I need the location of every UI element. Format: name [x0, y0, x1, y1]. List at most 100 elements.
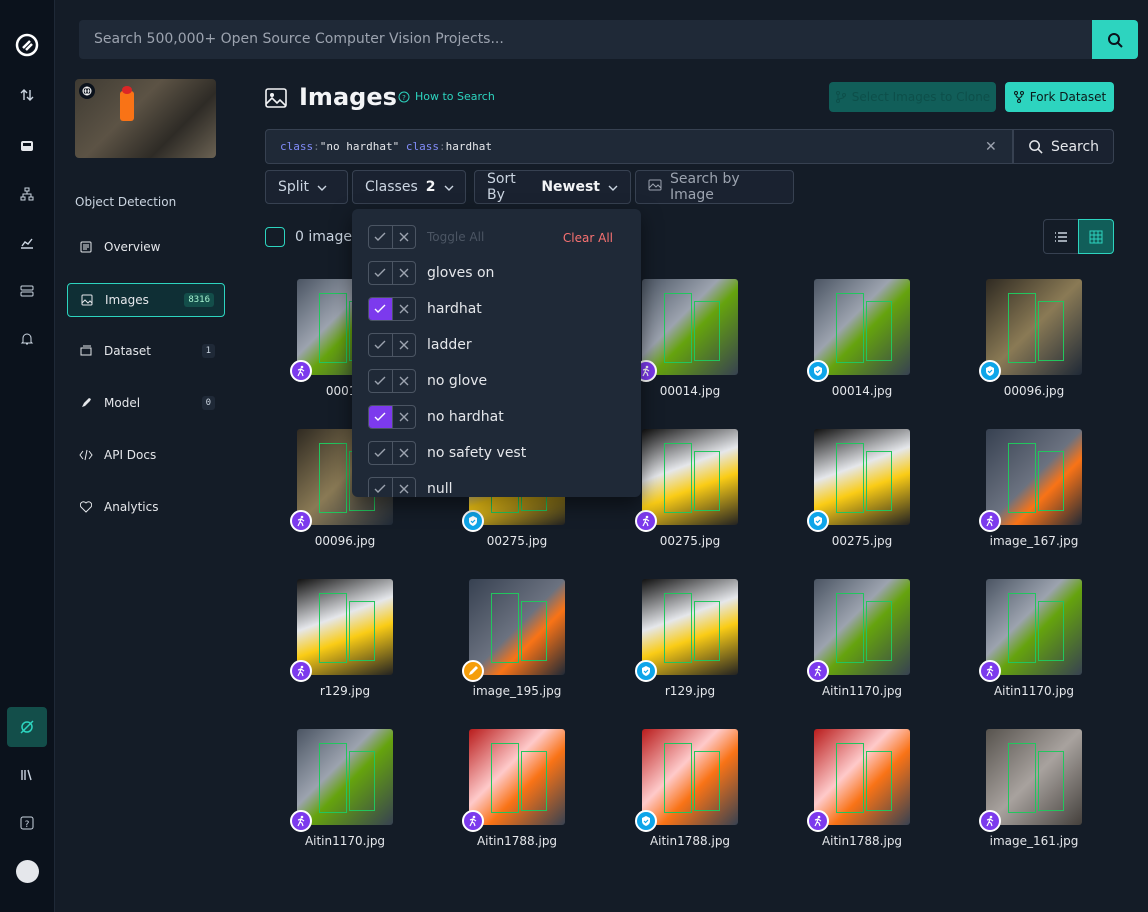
sidebar-item-analytics[interactable]: Analytics — [67, 490, 225, 524]
image-thumbnail[interactable] — [986, 429, 1082, 525]
query-input[interactable]: class:"no hardhat" class:hardhat — [265, 129, 1013, 164]
image-filename[interactable]: Aitin1170.jpg — [275, 834, 415, 848]
split-filter[interactable]: Split — [265, 170, 348, 204]
check-icon[interactable] — [369, 478, 392, 497]
list-view-toggle[interactable] — [1043, 219, 1079, 254]
class-option[interactable]: null — [368, 477, 453, 497]
image-thumbnail[interactable] — [297, 729, 393, 825]
image-thumbnail[interactable] — [469, 579, 565, 675]
x-icon[interactable] — [391, 262, 415, 284]
class-option[interactable]: no safety vest — [368, 441, 526, 465]
image-filename[interactable]: r129.jpg — [275, 684, 415, 698]
how-to-search-link[interactable]: ? How to Search — [398, 90, 495, 103]
class-option[interactable]: no glove — [368, 369, 487, 393]
feedback-icon[interactable] — [7, 707, 47, 747]
image-filename[interactable]: 00096.jpg — [964, 384, 1104, 398]
fork-dataset-button[interactable]: Fork Dataset — [1005, 82, 1114, 112]
image-filename[interactable]: Aitin1170.jpg — [792, 684, 932, 698]
sort-by-filter[interactable]: Sort By Newest — [474, 170, 631, 204]
image-thumbnail[interactable] — [297, 579, 393, 675]
class-toggle[interactable] — [368, 405, 416, 429]
hierarchy-icon[interactable] — [10, 177, 44, 211]
x-icon[interactable] — [391, 334, 415, 356]
clear-all-link[interactable]: Clear All — [563, 231, 613, 245]
logo-icon[interactable] — [10, 28, 44, 62]
class-toggle[interactable] — [368, 297, 416, 321]
image-filename[interactable]: 00275.jpg — [447, 534, 587, 548]
image-filename[interactable]: 00014.jpg — [620, 384, 760, 398]
class-option[interactable]: gloves on — [368, 261, 494, 285]
bell-icon[interactable] — [10, 322, 44, 356]
clear-query-icon[interactable]: ✕ — [985, 139, 997, 155]
check-icon[interactable] — [369, 370, 392, 392]
library-icon[interactable] — [10, 758, 44, 792]
image-thumbnail[interactable] — [986, 579, 1082, 675]
search-by-image-button[interactable]: Search by Image — [635, 170, 794, 204]
image-filename[interactable]: 00096.jpg — [275, 534, 415, 548]
class-option[interactable]: no hardhat — [368, 405, 504, 429]
class-toggle[interactable] — [368, 369, 416, 393]
class-option[interactable]: hardhat — [368, 297, 482, 321]
sidebar-item-images[interactable]: Images 8316 — [67, 283, 225, 317]
server-icon[interactable] — [10, 274, 44, 308]
inbox-icon[interactable] — [10, 129, 44, 163]
x-icon[interactable] — [391, 226, 415, 248]
image-thumbnail[interactable] — [642, 429, 738, 525]
image-thumbnail[interactable] — [986, 279, 1082, 375]
project-thumbnail[interactable] — [75, 79, 216, 158]
x-icon[interactable] — [391, 478, 415, 497]
check-icon[interactable] — [369, 226, 392, 248]
x-icon[interactable] — [391, 406, 415, 428]
image-thumbnail[interactable] — [814, 729, 910, 825]
image-filename[interactable]: image_161.jpg — [964, 834, 1104, 848]
class-toggle[interactable] — [368, 441, 416, 465]
search-input[interactable]: Search 500,000+ Open Source Computer Vis… — [79, 20, 1092, 59]
class-toggle[interactable] — [368, 333, 416, 357]
sort-arrows-icon[interactable] — [10, 78, 44, 112]
select-images-to-clone-button[interactable]: Select Images to Clone — [829, 82, 996, 112]
image-filename[interactable]: 00014.jpg — [792, 384, 932, 398]
search-button[interactable] — [1092, 20, 1138, 59]
image-filename[interactable]: r129.jpg — [620, 684, 760, 698]
trend-icon[interactable] — [10, 226, 44, 260]
classes-filter[interactable]: Classes 2 — [352, 170, 466, 204]
sidebar-item-dataset[interactable]: Dataset 1 — [67, 334, 225, 368]
grid-view-toggle[interactable] — [1078, 219, 1114, 254]
help-icon[interactable]: ? — [10, 806, 44, 840]
image-thumbnail[interactable] — [814, 279, 910, 375]
toggle-all-switch[interactable] — [368, 225, 416, 249]
image-thumbnail[interactable] — [642, 579, 738, 675]
avatar[interactable] — [16, 860, 39, 883]
image-thumbnail[interactable] — [642, 279, 738, 375]
image-filename[interactable]: image_167.jpg — [964, 534, 1104, 548]
image-filename[interactable]: Aitin1788.jpg — [620, 834, 760, 848]
toggle-all-row[interactable]: Toggle All — [368, 225, 484, 249]
check-icon[interactable] — [369, 406, 392, 428]
image-thumbnail[interactable] — [642, 729, 738, 825]
check-icon[interactable] — [369, 334, 392, 356]
image-thumbnail[interactable] — [986, 729, 1082, 825]
sidebar-item-overview[interactable]: Overview — [67, 230, 225, 264]
query-search-button[interactable]: Search — [1013, 129, 1114, 164]
x-icon[interactable] — [391, 370, 415, 392]
image-thumbnail[interactable] — [814, 429, 910, 525]
image-thumbnail[interactable] — [814, 579, 910, 675]
check-icon[interactable] — [369, 298, 392, 320]
class-toggle[interactable] — [368, 477, 416, 497]
image-filename[interactable]: 00275.jpg — [792, 534, 932, 548]
image-filename[interactable]: Aitin1170.jpg — [964, 684, 1104, 698]
class-toggle[interactable] — [368, 261, 416, 285]
check-icon[interactable] — [369, 442, 392, 464]
check-icon[interactable] — [369, 262, 392, 284]
class-option[interactable]: ladder — [368, 333, 472, 357]
sidebar-item-api-docs[interactable]: API Docs — [67, 438, 225, 472]
image-filename[interactable]: Aitin1788.jpg — [447, 834, 587, 848]
select-all-checkbox[interactable] — [265, 227, 285, 247]
x-icon[interactable] — [391, 442, 415, 464]
image-filename[interactable]: image_195.jpg — [447, 684, 587, 698]
sidebar-item-model[interactable]: Model 0 — [67, 386, 225, 420]
image-filename[interactable]: 00275.jpg — [620, 534, 760, 548]
x-icon[interactable] — [391, 298, 415, 320]
image-thumbnail[interactable] — [469, 729, 565, 825]
image-filename[interactable]: Aitin1788.jpg — [792, 834, 932, 848]
